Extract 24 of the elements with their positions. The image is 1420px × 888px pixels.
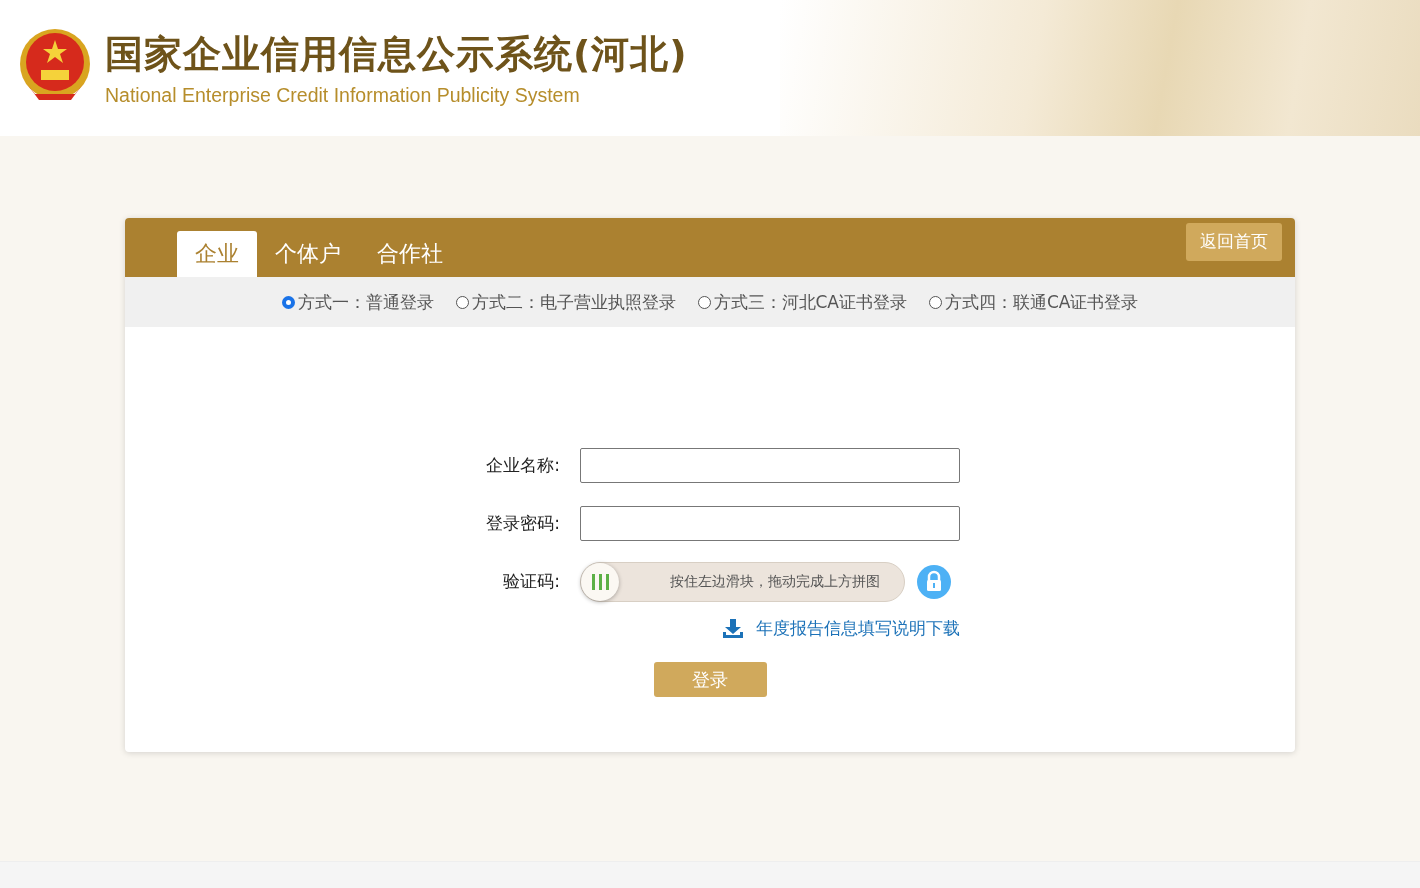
lock-icon	[917, 564, 951, 599]
radio-button[interactable]	[281, 295, 295, 309]
field-label: 企业名称:	[485, 454, 560, 477]
site-title: 国家企业信用信息公示系统(河北)	[105, 31, 688, 78]
slider-hint: 按住左边滑块，拖动完成上方拼图	[670, 572, 880, 591]
captcha-slider[interactable]: 按住左边滑块，拖动完成上方拼图	[580, 561, 905, 602]
tab[interactable]: 合作社	[359, 231, 461, 277]
radio-button[interactable]	[455, 295, 469, 309]
tab[interactable]: 个体户	[257, 231, 359, 277]
method-label[interactable]: 方式二：电子营业执照登录	[471, 290, 676, 314]
download-link[interactable]: 年度报告信息填写说明下载	[756, 617, 960, 640]
input-field[interactable]	[580, 506, 960, 541]
method-label[interactable]: 方式三：河北CA证书登录	[713, 290, 907, 314]
radio-button[interactable]	[697, 295, 711, 309]
method-label[interactable]: 方式四：联通CA证书登录	[945, 290, 1139, 314]
slider-handle[interactable]	[581, 562, 619, 601]
input-field[interactable]	[580, 448, 960, 483]
field-label: 登录密码:	[485, 512, 560, 535]
tab[interactable]: 企业	[177, 231, 257, 277]
method-label[interactable]: 方式一：普通登录	[297, 290, 434, 314]
radio-button[interactable]	[929, 295, 942, 309]
site-subtitle: National Enterprise Credit Information Publicity System	[105, 84, 581, 107]
download-icon	[722, 618, 744, 639]
field-label: 验证码:	[502, 570, 560, 593]
